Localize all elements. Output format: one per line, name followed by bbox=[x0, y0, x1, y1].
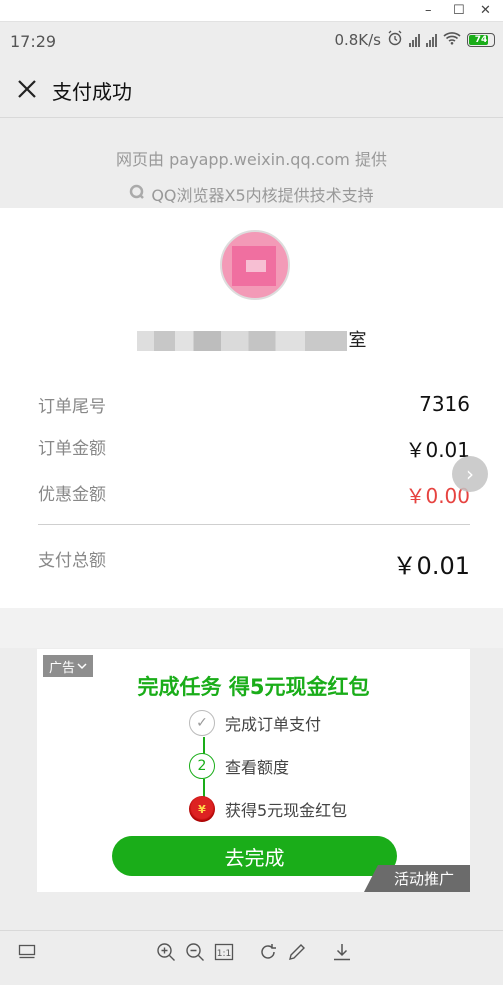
total-label: 支付总额 bbox=[38, 551, 106, 571]
qq-browser-icon bbox=[129, 184, 145, 204]
provider-info: 网页由 payapp.weixin.qq.com 提供 QQ浏览器X5内核提供技… bbox=[0, 118, 503, 208]
signal-icon-2 bbox=[426, 33, 437, 47]
check-icon: ✓ bbox=[189, 710, 215, 736]
step-3: ¥ 获得5元现金红包 bbox=[189, 796, 347, 822]
merchant-name-suffix: 室 bbox=[348, 330, 367, 351]
alarm-icon bbox=[387, 30, 403, 50]
download-icon[interactable] bbox=[331, 941, 353, 963]
battery-icon: 74 bbox=[467, 33, 495, 47]
nav-bar: 支付成功 bbox=[0, 62, 503, 118]
redacted-name bbox=[136, 331, 347, 351]
status-bar: 17:29 0.8K/s 74 bbox=[0, 22, 503, 62]
status-time: 17:29 bbox=[10, 32, 57, 51]
next-arrow-button[interactable]: › bbox=[452, 456, 488, 492]
page-title: 支付成功 bbox=[52, 80, 132, 104]
battery-level: 74 bbox=[474, 35, 488, 45]
section-gap bbox=[0, 608, 503, 648]
step-label: 查看额度 bbox=[225, 758, 290, 777]
signal-icon-1 bbox=[409, 33, 420, 47]
edit-pencil-icon[interactable] bbox=[286, 941, 308, 963]
row-label: 优惠金额 bbox=[38, 485, 106, 505]
window-titlebar: – ☐ ✕ bbox=[0, 0, 503, 22]
discount-row: 优惠金额 ￥0.00 bbox=[38, 480, 470, 509]
zoom-out-icon[interactable] bbox=[184, 941, 206, 963]
network-speed: 0.8K/s bbox=[334, 31, 381, 49]
wifi-icon bbox=[443, 31, 461, 49]
maximize-button[interactable]: ☐ bbox=[453, 3, 465, 19]
step-label: 获得5元现金红包 bbox=[225, 801, 348, 820]
step-2: 2 查看额度 bbox=[189, 753, 289, 779]
row-label: 订单金额 bbox=[38, 439, 106, 459]
actual-size-icon[interactable]: 1:1 bbox=[213, 941, 235, 963]
payment-card: 室 订单尾号 7316 订单金额 ￥0.01 优惠金额 ￥0.00 支付总额 ￥… bbox=[0, 208, 503, 608]
merchant-avatar bbox=[220, 230, 290, 300]
row-value: 7316 bbox=[419, 392, 470, 416]
engine-line: QQ浏览器X5内核提供技术支持 bbox=[151, 186, 374, 205]
chevron-right-icon: › bbox=[466, 462, 474, 486]
red-packet-icon: ¥ bbox=[189, 796, 215, 822]
row-label: 订单尾号 bbox=[38, 397, 106, 417]
provider-line: 网页由 payapp.weixin.qq.com 提供 bbox=[116, 150, 387, 169]
total-row: 支付总额 ￥0.01 bbox=[38, 546, 470, 581]
order-tail-row: 订单尾号 7316 bbox=[38, 392, 470, 417]
close-icon[interactable] bbox=[14, 76, 40, 102]
layout-icon[interactable] bbox=[16, 941, 38, 963]
rotate-icon[interactable] bbox=[257, 941, 279, 963]
order-amount-row: 订单金额 ￥0.01 bbox=[38, 434, 470, 463]
merchant-name: 室 bbox=[0, 326, 503, 352]
divider bbox=[38, 524, 470, 525]
ad-title: 完成任务 得5元现金红包 bbox=[137, 675, 370, 699]
go-complete-button[interactable]: 去完成 bbox=[112, 836, 397, 876]
step-number: 2 bbox=[189, 753, 215, 779]
ad-banner[interactable]: 广告 完成任务 得5元现金红包 ✓ 完成订单支付 2 查看额度 ¥ 获得5元现金… bbox=[37, 649, 470, 892]
minimize-button[interactable]: – bbox=[425, 3, 432, 19]
promo-tag: 活动推广 bbox=[364, 865, 470, 892]
zoom-in-icon[interactable] bbox=[155, 941, 177, 963]
total-value: ￥0.01 bbox=[392, 552, 470, 580]
step-label: 完成订单支付 bbox=[225, 715, 322, 734]
close-window-button[interactable]: ✕ bbox=[480, 3, 491, 19]
bottom-toolbar: 1:1 bbox=[0, 930, 503, 985]
step-1: ✓ 完成订单支付 bbox=[189, 710, 321, 736]
svg-text:1:1: 1:1 bbox=[217, 949, 231, 959]
